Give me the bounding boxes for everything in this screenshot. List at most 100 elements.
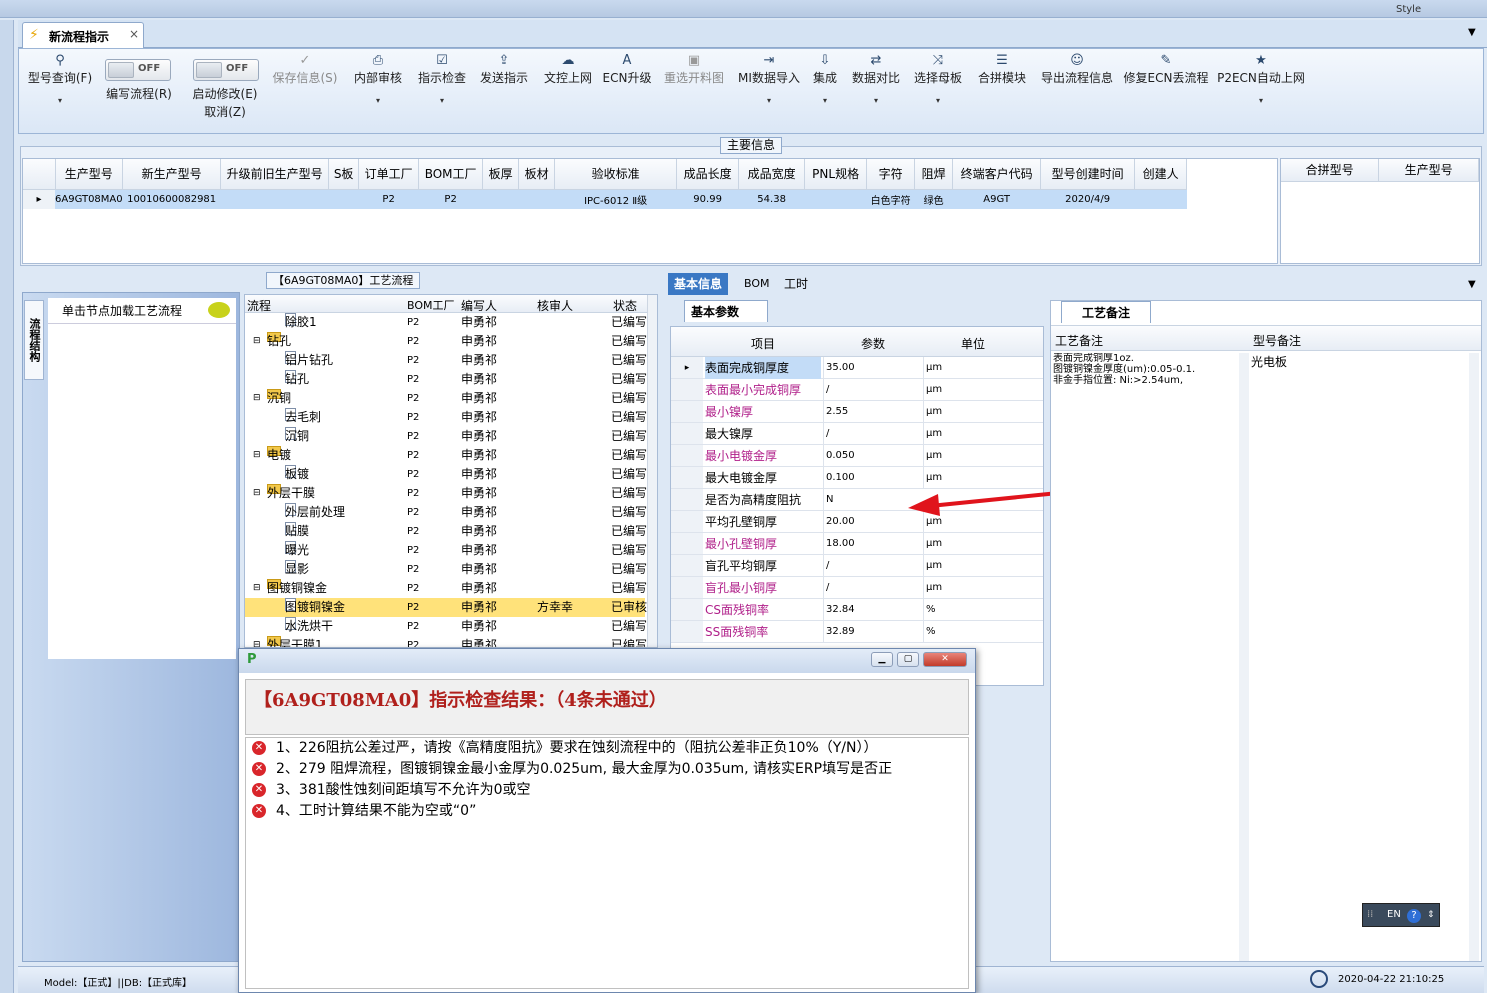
tab-close-button[interactable]: × [129, 27, 139, 41]
write-process-toggle[interactable]: OFF [105, 59, 171, 81]
maximize-button[interactable]: ▢ [897, 652, 919, 667]
tree-row[interactable]: ⊟ 电镀 P2 申勇祁 已编写 [245, 446, 647, 465]
col-header[interactable]: 新生产型号 [122, 159, 222, 190]
minimize-button[interactable]: ▁ [871, 652, 893, 667]
param-row[interactable]: SS面残铜率 32.89% [671, 621, 1043, 643]
col-header[interactable]: 生产型号 [55, 159, 124, 190]
col-header[interactable]: 参数 [861, 335, 885, 352]
tree-row[interactable]: 外层前处理 P2 申勇祁 已编写 [245, 503, 647, 522]
ime-toolbar[interactable]: ⁞⁞ EN ? ⇕ [1362, 903, 1440, 927]
param-value[interactable]: 32.89 [823, 621, 921, 643]
data-compare-button[interactable]: ⇄ 数据对比 ▾ [847, 53, 905, 106]
tree-row[interactable]: 图镀铜镍金 P2 申勇祁 方幸幸 已审核 [245, 598, 647, 617]
collapse-icon[interactable]: ⊟ [253, 579, 261, 598]
param-row[interactable]: 盲孔平均铜厚 / μm [671, 555, 1043, 577]
mi-data-import-button[interactable]: ⇥ MI数据导入 ▾ [733, 53, 805, 106]
param-row[interactable]: 最小电镀金厚 0.050 μm [671, 445, 1043, 467]
param-row[interactable]: 最大镍厚 / μm [671, 423, 1043, 445]
col-header[interactable]: 核审人 [537, 297, 573, 314]
param-row[interactable]: CS面残铜率 32.84% [671, 599, 1043, 621]
collapse-icon[interactable]: ⊟ [253, 332, 261, 351]
tab-basic-params[interactable]: 基本参数 [684, 300, 768, 322]
col-header[interactable]: 创建人 [1134, 159, 1188, 190]
tree-row[interactable]: 去毛刺 P2 申勇祁 已编写 [245, 408, 647, 427]
tree-row[interactable]: 板镀 P2 申勇祁 已编写 [245, 465, 647, 484]
notes-scrollbar[interactable] [1469, 353, 1479, 961]
tree-row[interactable]: ⊟ 钻孔 P2 申勇祁 已编写 [245, 332, 647, 351]
process-notes-text[interactable]: 表面完成铜厚1oz. 图镀铜镍金厚度(um):0.05-0.1. 非金手指位置:… [1053, 353, 1237, 959]
model-query-button[interactable]: ⚲ 型号查询(F) ▾ [23, 53, 97, 106]
param-row[interactable]: ▸ 表面完成铜厚度 35.00 μm [671, 357, 1043, 379]
col-header[interactable]: S板 [328, 159, 360, 190]
param-value[interactable]: 35.00 [823, 357, 921, 379]
collapse-icon[interactable]: ⊟ [253, 636, 261, 647]
tab-work-hours[interactable]: 工时 [778, 273, 814, 295]
col-header[interactable]: PNL规格 [804, 159, 868, 190]
select-mother-board-button[interactable]: ⤨ 选择母板 ▾ [909, 53, 967, 106]
integrate-button[interactable]: ⇩ 集成 ▾ [807, 53, 843, 106]
tree-row[interactable]: 曝光 P2 申勇祁 已编写 [245, 541, 647, 560]
col-header[interactable]: 项目 [751, 335, 775, 352]
col-header[interactable]: 合拼型号 [1281, 159, 1380, 182]
collapse-icon[interactable]: ⊟ [253, 484, 261, 503]
col-header[interactable]: 验收标准 [554, 159, 678, 190]
tab-bom[interactable]: BOM [738, 273, 776, 295]
help-icon[interactable]: ? [1407, 909, 1421, 923]
list-item[interactable]: ✕ 3、381酸性蚀刻间距填写不允许为0或空 [252, 780, 531, 801]
reselect-cut-drawing-button[interactable]: ▣ 重选开料图 [659, 53, 729, 86]
param-value[interactable]: 18.00 [823, 533, 921, 555]
param-value[interactable]: / [823, 423, 921, 445]
col-header[interactable]: BOM工厂 [407, 297, 455, 313]
param-value[interactable]: 32.84 [823, 599, 921, 621]
repair-ecn-button[interactable]: ✎ 修复ECN丢流程 [1123, 53, 1209, 86]
col-header[interactable]: 成品宽度 [738, 159, 806, 190]
tree-scrollbar[interactable] [647, 295, 657, 647]
ime-language[interactable]: EN [1387, 904, 1401, 926]
col-header[interactable]: 型号创建时间 [1040, 159, 1136, 190]
collapse-icon[interactable]: ⊟ [253, 446, 261, 465]
chevron-down-icon[interactable]: ▼ [1468, 27, 1476, 38]
table-row[interactable]: ▸ 6A9GT08MA0 10010600082981 P2 P2 IPC-60… [23, 189, 1187, 209]
col-header[interactable]: 流程 [247, 297, 271, 314]
param-value[interactable]: / [823, 379, 921, 401]
tab-process-notes[interactable]: 工艺备注 [1061, 301, 1151, 323]
start-modify-toggle[interactable]: OFF [193, 59, 259, 81]
tree-row[interactable]: 沉铜 P2 申勇祁 已编写 [245, 427, 647, 446]
ime-scroll-icon[interactable]: ⇕ [1427, 904, 1435, 926]
collapse-icon[interactable]: ⊟ [253, 389, 261, 408]
param-value[interactable]: 0.050 [823, 445, 921, 467]
col-header[interactable]: 字符 [866, 159, 916, 190]
col-header[interactable]: 终端客户代码 [952, 159, 1042, 190]
process-structure-tab[interactable]: 流程结构 [24, 300, 44, 380]
col-header[interactable]: 板厚 [482, 159, 520, 190]
list-item[interactable]: ✕ 2、279 阻焊流程，图镀铜镍金最小金厚为0.025um, 最大金厚为0.03… [252, 759, 892, 780]
list-item[interactable]: ✕ 1、226阻抗公差过严，请按《高精度阻抗》要求在蚀刻流程中的（阻抗公差非正负1… [252, 738, 878, 759]
tree-row[interactable]: 水洗烘干 P2 申勇祁 已编写 [245, 617, 647, 636]
send-instruction-button[interactable]: ⇪ 发送指示 [475, 53, 533, 86]
tree-row[interactable]: 铝片钻孔 P2 申勇祁 已编写 [245, 351, 647, 370]
cancel-label[interactable]: 取消(Z) [185, 103, 265, 120]
p2ecn-auto-upload-button[interactable]: ★ P2ECN自动上网 ▾ [1215, 53, 1307, 106]
tree-row[interactable]: 钻孔 P2 申勇祁 已编写 [245, 370, 647, 389]
save-info-button[interactable]: ✓ 保存信息(S) [269, 53, 341, 86]
list-item[interactable]: ✕ 4、工时计算结果不能为空或“0” [252, 801, 476, 822]
chevron-down-icon[interactable]: ▼ [1468, 279, 1476, 290]
tree-row[interactable]: ⊟ 外层干膜 P2 申勇祁 已编写 [245, 484, 647, 503]
export-process-info-button[interactable]: ☺ 导出流程信息 [1035, 53, 1119, 86]
col-header[interactable]: 编写人 [461, 297, 497, 314]
param-value[interactable]: / [823, 555, 921, 577]
col-header[interactable]: 升级前旧生产型号 [220, 159, 330, 190]
col-header[interactable]: 状态 [613, 297, 637, 314]
tab-basic-info[interactable]: 基本信息 [668, 273, 729, 295]
merge-module-button[interactable]: ☰ 合拼模块 [973, 53, 1031, 86]
col-header[interactable]: 成品长度 [676, 159, 740, 190]
tree-row[interactable]: 除胶1 P2 申勇祁 已编写 [245, 313, 647, 332]
style-menu[interactable]: Style [1396, 4, 1421, 15]
model-notes-text[interactable]: 光电板 [1251, 353, 1467, 959]
tree-row[interactable]: ⊟ 沉铜 P2 申勇祁 已编写 [245, 389, 647, 408]
close-button[interactable]: ✕ [923, 652, 967, 667]
param-row[interactable]: 表面最小完成铜厚 / μm [671, 379, 1043, 401]
tree-row[interactable]: ⊟ 图镀铜镍金 P2 申勇祁 已编写 [245, 579, 647, 598]
param-row[interactable]: 盲孔最小铜厚 / μm [671, 577, 1043, 599]
tree-row[interactable]: ⊟ 外层干膜1 P2 申勇祁 已编写 [245, 636, 647, 647]
